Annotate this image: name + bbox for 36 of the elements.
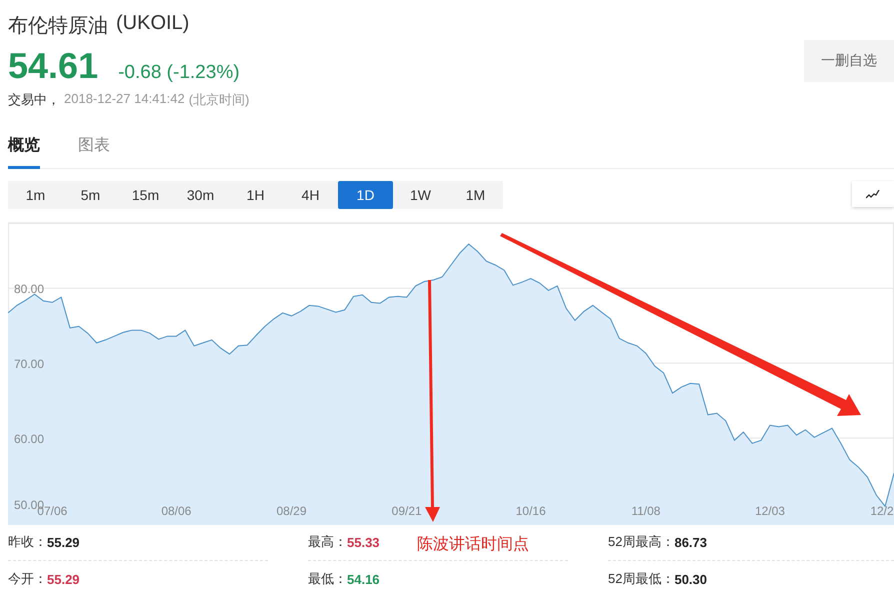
annotation-label: 陈波讲话时间点 [417, 534, 529, 555]
x-axis-label: 09/21 [392, 504, 422, 518]
stat-label: 最高： [308, 533, 347, 551]
stat-label: 52周最低： [608, 570, 674, 588]
x-axis-label: 11/08 [631, 504, 660, 518]
stat-label: 今开： [8, 570, 47, 588]
x-axis-label: 10/16 [516, 504, 546, 518]
y-axis-label: 70.00 [14, 357, 44, 372]
y-axis-label: 60.00 [14, 432, 44, 446]
tab[interactable]: 概览 [8, 135, 40, 169]
stat-value: 55.33 [347, 534, 380, 550]
remove-watchlist-button[interactable]: 一删自选 [804, 40, 894, 82]
chart-type-button[interactable] [852, 181, 894, 207]
instrument-symbol: (UKOIL) [116, 12, 190, 36]
timezone: (北京时间) [188, 91, 250, 109]
stat-value: 54.16 [347, 572, 380, 586]
price-change: -0.68 (-1.23%) [118, 62, 240, 84]
stat-value: 86.73 [674, 534, 708, 550]
timestamp: 2018-12-27 14:41:42 [64, 91, 185, 108]
stat-value: 55.29 [47, 572, 80, 586]
x-axis-label: 12/2 [870, 504, 894, 518]
x-axis-label: 12/03 [754, 504, 785, 518]
stat-label: 昨收： [8, 533, 47, 551]
stat-value: 55.29 [47, 534, 80, 550]
tab[interactable]: 图表 [78, 135, 110, 169]
line-chart-icon [866, 190, 880, 198]
x-axis-label: 08/29 [276, 504, 307, 518]
stat-value: 50.30 [674, 572, 708, 586]
trading-status: 交易中， [8, 91, 60, 109]
stat-label: 最低： [308, 570, 347, 588]
stat-label: 52周最高： [608, 533, 674, 551]
y-axis-label: 80.00 [14, 282, 44, 296]
period-button[interactable]: 1D [338, 181, 393, 209]
price: 54.61 [8, 45, 98, 87]
x-axis-label: 08/06 [161, 504, 192, 518]
instrument-name: 布伦特原油 [8, 14, 108, 39]
